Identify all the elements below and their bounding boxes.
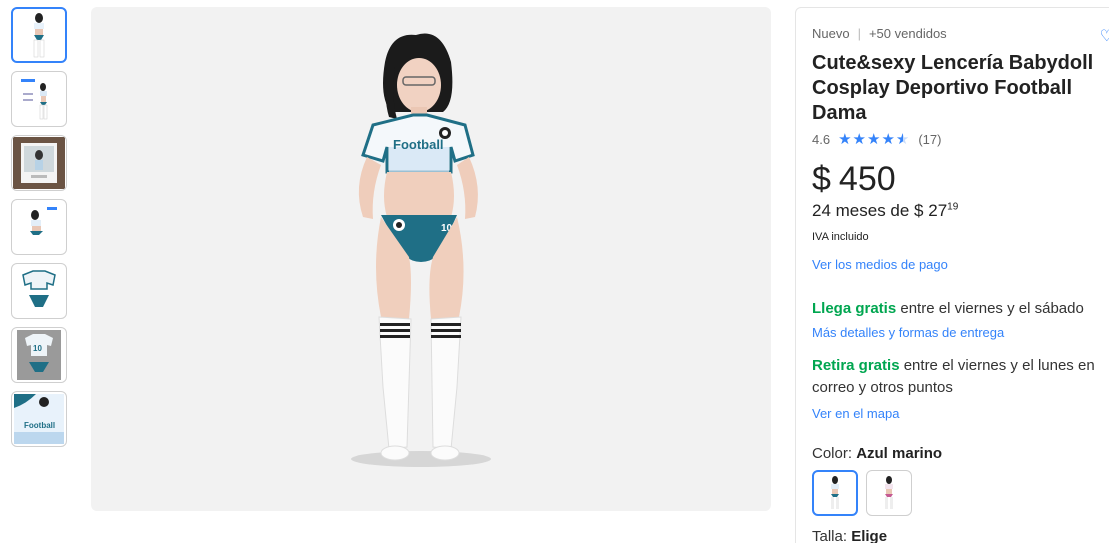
size-value: Elige: [851, 528, 888, 543]
map-link[interactable]: Ver en el mapa: [812, 403, 1108, 425]
thumbnail-6[interactable]: 10: [11, 327, 67, 383]
price: $ 450: [812, 160, 1108, 199]
thumbnail-2[interactable]: [11, 71, 67, 127]
rating-stars: ★ ★ ★ ★ ★: [838, 130, 910, 148]
size-label: Talla: Elige: [812, 528, 1108, 543]
free-shipping-label: Llega gratis: [812, 300, 897, 317]
iva-note: IVA incluido: [812, 231, 869, 243]
review-count: (17): [918, 131, 942, 147]
product-title: Cute&sexy Lencería Babydoll Cosplay Depo…: [812, 52, 1094, 124]
rating-value: 4.6: [812, 131, 831, 147]
svg-text:10: 10: [33, 344, 42, 353]
color-label-text: Color:: [812, 445, 857, 462]
shipping-dates: entre el viernes y el sábado: [896, 300, 1084, 317]
thumbnail-list: 10 Football: [11, 7, 67, 455]
installments-cents: 19: [947, 201, 959, 213]
pickup-info: Retira gratis entre el viernes y el lune…: [812, 355, 1108, 425]
condition-line: Nuevo | +50 vendidos: [812, 26, 1108, 41]
thumbnail-4[interactable]: [11, 199, 67, 255]
price-amount: 450: [838, 160, 896, 198]
size-label-text: Talla:: [812, 528, 852, 543]
thumbnail-1[interactable]: [11, 7, 67, 63]
color-swatch-pink[interactable]: [866, 470, 912, 516]
installments: 24 meses de $ 2719: [812, 201, 1108, 221]
separator: |: [857, 26, 861, 41]
rating-row[interactable]: 4.6 ★ ★ ★ ★ ★ (17): [812, 130, 1108, 148]
star-icon: ★: [881, 131, 895, 148]
shipping-info: Llega gratis entre el viernes y el sábad…: [812, 299, 1108, 343]
thumbnail-7[interactable]: Football: [11, 391, 67, 447]
svg-text:Football: Football: [24, 421, 55, 430]
currency-symbol: $: [812, 160, 831, 198]
thumbnail-5[interactable]: [11, 263, 67, 319]
star-icon: ★: [866, 131, 881, 148]
installments-amount: 24 meses de $ 27: [812, 201, 948, 220]
color-label: Color: Azul marino: [812, 445, 1108, 462]
star-half-icon: ★: [895, 131, 910, 148]
color-value: Azul marino: [856, 445, 943, 462]
color-swatches: [812, 470, 1108, 516]
svg-text:Football: Football: [393, 137, 444, 152]
heart-icon[interactable]: ♡: [1100, 26, 1109, 46]
star-icon: ★: [838, 131, 852, 148]
color-swatch-navy[interactable]: [812, 470, 858, 516]
star-icon: ★: [852, 131, 866, 148]
free-pickup-label: Retira gratis: [812, 357, 900, 374]
thumbnail-3[interactable]: [11, 135, 67, 191]
condition: Nuevo: [812, 26, 850, 41]
shipping-details-link[interactable]: Más detalles y formas de entrega: [812, 323, 1108, 343]
payment-methods-link[interactable]: Ver los medios de pago: [812, 257, 948, 272]
main-product-image[interactable]: Football 10: [91, 7, 771, 511]
sold-count: +50 vendidos: [868, 26, 947, 41]
product-info-panel: ♡ Nuevo | +50 vendidos Cute&sexy Lencerí…: [795, 7, 1109, 543]
